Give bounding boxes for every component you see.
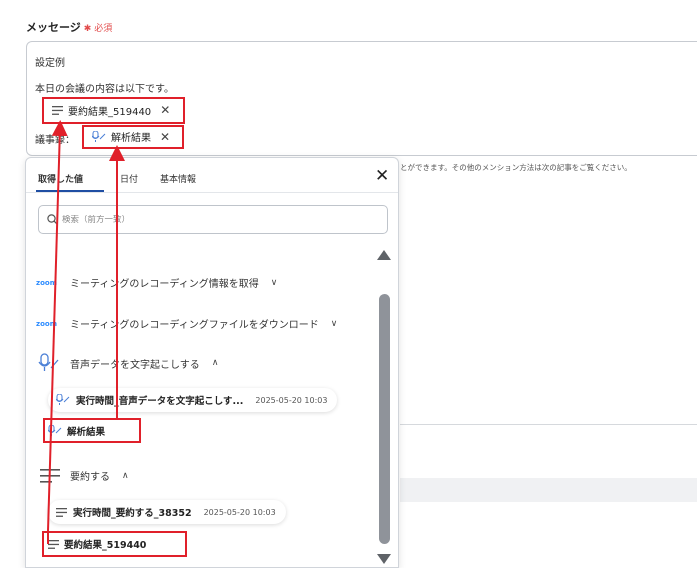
list-icon: [48, 539, 59, 549]
tab-date[interactable]: 日付: [120, 172, 138, 185]
run-name: 実行時間_要約する_38352: [73, 508, 192, 519]
analysis-result-item[interactable]: 解析結果: [48, 424, 105, 438]
search-box[interactable]: [38, 205, 388, 234]
section-summarize[interactable]: 要約する ∧: [40, 468, 129, 483]
required-badge: ✱ 必須: [83, 24, 113, 34]
message-label-text: メッセージ: [26, 21, 81, 34]
list-icon: [52, 105, 63, 115]
scroll-down-icon[interactable]: [377, 554, 391, 564]
required-text: 必須: [94, 24, 113, 34]
section-zoom-recording-info[interactable]: zoom ミーティングのレコーディング情報を取得 ∨: [36, 275, 278, 291]
run-name: 実行時間_音声データを文字起こしす...: [76, 396, 244, 407]
mic-icon: [56, 394, 70, 405]
mention-helper-text: とができます。その他のメンション方法は次の記事をご覧ください。: [400, 163, 632, 172]
remove-summary-chip-icon[interactable]: ✕: [160, 103, 170, 117]
mic-icon: [38, 353, 59, 371]
search-input[interactable]: [62, 214, 362, 225]
summary-chip-label: 要約結果_519440: [68, 106, 152, 118]
background-divider: [400, 424, 697, 425]
summarize-run-item[interactable]: 実行時間_要約する_38352 2025-05-20 10:03: [48, 500, 286, 524]
message-field-label: メッセージ ✱ 必須: [26, 19, 112, 35]
summary-item-label: 要約結果_519440: [64, 540, 147, 551]
chevron-down-icon: ∨: [270, 277, 278, 288]
search-icon: [47, 214, 58, 225]
scroll-thumb[interactable]: [379, 294, 390, 544]
scrollbar[interactable]: [377, 250, 391, 568]
message-line-minutes-prefix: 議事録：: [35, 135, 75, 146]
close-icon[interactable]: ✕: [375, 168, 389, 185]
summary-result-chip[interactable]: 要約結果_519440 ✕: [52, 101, 171, 119]
section-zoom-recording-download[interactable]: zoom ミーティングのレコーディングファイルをダウンロード ∨: [36, 316, 338, 332]
remove-analysis-chip-icon[interactable]: ✕: [160, 130, 170, 144]
run-time: 2025-05-20 10:03: [203, 507, 276, 517]
section-label: 音声データを文字起こしする: [70, 359, 200, 371]
chevron-down-icon: ∨: [330, 318, 338, 329]
value-picker-panel: 取得した値 日付 基本情報 ✕ zoom ミーティングのレコーディング情報を取得…: [25, 157, 399, 568]
section-label: ミーティングのレコーディング情報を取得: [70, 279, 259, 290]
scroll-up-icon[interactable]: [377, 250, 391, 260]
section-transcribe[interactable]: 音声データを文字起こしする ∧: [38, 353, 218, 373]
list-icon: [56, 507, 67, 517]
analysis-item-label: 解析結果: [67, 427, 106, 438]
background-input-strip: [400, 478, 697, 502]
mic-icon: [92, 130, 106, 142]
summary-result-item[interactable]: 要約結果_519440: [48, 537, 146, 551]
tab-acquired-values[interactable]: 取得した値: [38, 172, 83, 185]
section-label: ミーティングのレコーディングファイルをダウンロード: [70, 320, 319, 331]
chevron-up-icon: ∧: [211, 358, 219, 368]
message-line-2: 本日の会議の内容は以下です。: [35, 84, 174, 95]
run-time: 2025-05-20 10:03: [255, 395, 328, 405]
list-icon: [40, 468, 60, 483]
transcribe-run-item[interactable]: 実行時間_音声データを文字起こしす... 2025-05-20 10:03: [48, 388, 338, 412]
tabs-divider: [26, 192, 398, 193]
mic-icon: [48, 425, 62, 436]
chevron-up-icon: ∧: [122, 470, 129, 481]
zoom-logo: zoom: [36, 278, 57, 287]
analysis-chip-label: 解析結果: [111, 133, 151, 144]
tab-basic-info[interactable]: 基本情報: [160, 172, 196, 185]
message-line-1: 設定例: [35, 58, 65, 69]
section-label: 要約する: [70, 472, 110, 483]
zoom-logo: zoom: [36, 319, 57, 328]
analysis-result-chip[interactable]: 解析結果 ✕: [92, 128, 171, 145]
